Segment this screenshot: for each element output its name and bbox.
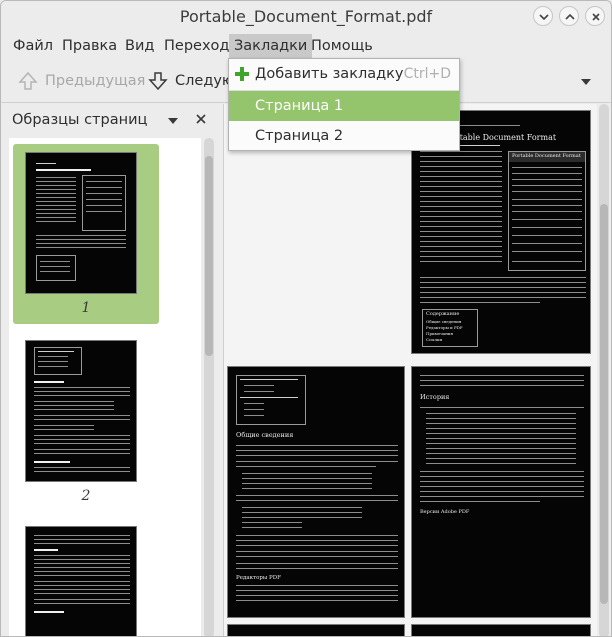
page1-contents-item[interactable]: Редакторы и PDF [426, 325, 463, 330]
add-bookmark-label: Добавить закладку [255, 66, 404, 82]
document-scrollbar[interactable] [599, 104, 609, 636]
thumbnail-page-1[interactable]: 1 [13, 144, 159, 324]
page1-contents-item[interactable]: Примечания [426, 331, 453, 336]
document-page-2: Общие сведения Редакторы PDF [227, 366, 405, 618]
thumbnail-page-2[interactable]: 2 [13, 330, 159, 510]
minimize-button[interactable] [533, 6, 553, 26]
sidebar: Образцы страниц 1 2 [1, 104, 217, 636]
thumbnail-image [25, 340, 137, 482]
page1-infobox-title: Portable Document Format [512, 153, 581, 159]
close-sidebar-icon[interactable] [195, 113, 207, 125]
menu-bar: Файл Правка Вид Переход Закладки Помощь [1, 34, 611, 59]
document-page-4 [227, 624, 405, 636]
maximize-button[interactable] [559, 6, 579, 26]
toolbar-overflow-icon[interactable] [581, 79, 591, 85]
chevron-up-icon [565, 13, 575, 20]
page3-heading: История [420, 393, 450, 401]
page3-subheading: Версии Adobe PDF [420, 509, 470, 515]
sidebar-scrollbar[interactable] [204, 138, 214, 636]
document-page-3: История Версии Adobe PDF [411, 366, 591, 618]
menu-file[interactable]: Файл [8, 34, 58, 59]
arrow-up-icon [18, 71, 38, 90]
document-page-5 [411, 624, 591, 636]
chevron-down-icon [539, 14, 549, 21]
thumbnail-page-number: 1 [81, 300, 91, 316]
sidebar-scrollbar-thumb[interactable] [205, 156, 213, 356]
window-title: Portable_Document_Format.pdf [179, 7, 433, 26]
thumbnail-image [25, 152, 137, 294]
document-view: Portable Document Format Portable Docume… [220, 104, 611, 636]
bookmark-label: Страница 1 [255, 98, 344, 114]
menu-go[interactable]: Переход [159, 34, 234, 59]
thumbnail-page-number: 2 [81, 488, 91, 504]
bookmarks-menu: Добавить закладку Ctrl+D Страница 1 Стра… [228, 58, 460, 151]
next-page-button[interactable]: Следую [147, 67, 234, 95]
sidebar-header: Образцы страниц [1, 104, 217, 136]
menu-edit[interactable]: Правка [57, 34, 122, 59]
document-scrollbar-thumb[interactable] [600, 204, 608, 604]
page1-contents-item[interactable]: Ссылки [426, 337, 442, 342]
page1-contents-title: Содержание [426, 311, 460, 317]
sidebar-title[interactable]: Образцы страниц [12, 112, 147, 128]
bookmark-page-2-item[interactable]: Страница 2 [229, 121, 459, 151]
close-icon [592, 13, 600, 21]
thumbnail-page-3[interactable] [13, 516, 159, 636]
thumbnail-list[interactable]: 1 2 [9, 138, 201, 636]
page1-heading: Portable Document Format [446, 133, 557, 142]
document-pages[interactable]: Portable Document Format Portable Docume… [223, 104, 597, 636]
menu-bookmarks[interactable]: Закладки [229, 34, 313, 59]
page2-subheading: Редакторы PDF [236, 575, 281, 581]
previous-page-button[interactable]: Предыдущая [17, 67, 145, 95]
arrow-down-icon [148, 72, 168, 91]
page1-contents-item[interactable]: Общие сведения [426, 319, 461, 324]
thumbnail-image [25, 526, 137, 636]
page2-heading: Общие сведения [236, 431, 294, 439]
next-page-label: Следую [175, 73, 235, 89]
sidebar-mode-dropdown-icon[interactable] [168, 118, 178, 124]
add-bookmark-item[interactable]: Добавить закладку Ctrl+D [229, 59, 459, 89]
add-bookmark-shortcut: Ctrl+D [403, 66, 451, 82]
title-bar[interactable]: Portable_Document_Format.pdf [1, 1, 611, 33]
plus-icon [235, 67, 249, 81]
bookmark-page-1-item[interactable]: Страница 1 [229, 91, 459, 121]
previous-page-label: Предыдущая [45, 73, 146, 89]
bookmark-label: Страница 2 [255, 128, 344, 144]
menu-view[interactable]: Вид [120, 34, 159, 59]
app-window: Portable_Document_Format.pdf Файл Правка… [0, 0, 612, 637]
menu-help[interactable]: Помощь [306, 34, 378, 59]
close-window-button[interactable] [585, 6, 605, 26]
